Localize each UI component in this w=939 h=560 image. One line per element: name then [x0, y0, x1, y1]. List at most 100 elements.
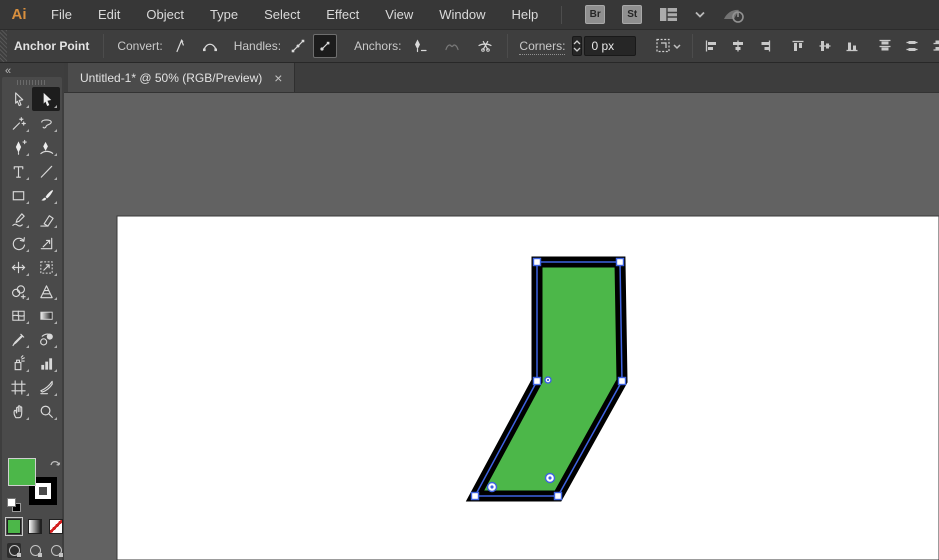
pen-tool[interactable]: [4, 135, 32, 159]
menu-item-view[interactable]: View: [372, 0, 426, 29]
illustrator-logo: Ai: [11, 6, 27, 23]
arrange-documents-icon[interactable]: [659, 7, 678, 22]
hide-handles-button[interactable]: [313, 34, 338, 58]
anchor-point[interactable]: [615, 257, 625, 267]
magic-wand-tool[interactable]: [4, 111, 32, 135]
tools-grip[interactable]: [17, 80, 47, 85]
stock-button[interactable]: St: [622, 5, 643, 24]
menu-item-edit[interactable]: Edit: [85, 0, 133, 29]
menu-item-effect[interactable]: Effect: [313, 0, 372, 29]
convert-to-corner-button[interactable]: [169, 34, 193, 58]
anchor-point[interactable]: [532, 257, 542, 267]
document-tab-title: Untitled-1* @ 50% (RGB/Preview): [80, 70, 263, 85]
shape-builder-tool[interactable]: [4, 279, 32, 303]
cut-path-at-anchors-button[interactable]: [473, 34, 497, 58]
menu-item-file[interactable]: File: [38, 0, 85, 29]
tools-strip: [2, 77, 63, 560]
draw-inside-button[interactable]: [49, 543, 63, 558]
collapse-panel-button[interactable]: «: [5, 65, 11, 77]
shaper-tool[interactable]: [4, 207, 32, 231]
connect-selected-endpoints-button[interactable]: [440, 34, 464, 58]
vertical-distribute-center-button[interactable]: [904, 38, 920, 54]
slice-tool[interactable]: [32, 375, 60, 399]
rectangle-tool[interactable]: [4, 183, 32, 207]
separator: [103, 34, 105, 58]
menu-item-window[interactable]: Window: [426, 0, 498, 29]
draw-behind-button[interactable]: [28, 543, 42, 558]
type-tool[interactable]: [4, 159, 32, 183]
document-tab[interactable]: Untitled-1* @ 50% (RGB/Preview) ×: [68, 63, 296, 92]
hand-tool[interactable]: [4, 399, 32, 423]
scale-tool[interactable]: [32, 231, 60, 255]
anchor-point[interactable]: [470, 491, 480, 501]
width-tool[interactable]: [4, 255, 32, 279]
live-corner-widget-dot: [490, 485, 494, 489]
appearance-buttons: [5, 517, 63, 536]
artboard-tool[interactable]: [4, 375, 32, 399]
bridge-button[interactable]: Br: [585, 5, 606, 24]
menu-bar: Ai File Edit Object Type Select Effect View Win…: [0, 0, 939, 30]
curvature-tool[interactable]: [32, 135, 60, 159]
corners-label[interactable]: Corners:: [519, 39, 566, 55]
illustrator-window: Ai File Edit Object Type Select Effect View Win…: [0, 0, 939, 560]
symbol-sprayer-tool[interactable]: [4, 351, 32, 375]
gpu-performance-icon[interactable]: [722, 6, 746, 24]
paintbrush-tool[interactable]: [32, 183, 60, 207]
horizontal-align-right-button[interactable]: [757, 38, 773, 54]
selection-tool[interactable]: [4, 87, 32, 111]
corners-value-input[interactable]: [584, 36, 637, 56]
vertical-align-center-button[interactable]: [817, 38, 833, 54]
handles-label: Handles:: [233, 39, 282, 53]
none-button[interactable]: [49, 519, 63, 534]
vertical-align-bottom-button[interactable]: [844, 38, 860, 54]
menu-item-type[interactable]: Type: [197, 0, 251, 29]
select-similar-objects-button[interactable]: [652, 34, 684, 58]
show-handles-button[interactable]: [286, 34, 310, 58]
gradient-tool[interactable]: [32, 303, 60, 327]
default-fill-stroke-icon[interactable]: [7, 498, 21, 512]
menu-item-object[interactable]: Object: [133, 0, 197, 29]
chevron-down-icon[interactable]: [695, 11, 705, 18]
column-graph-tool[interactable]: [32, 351, 60, 375]
draw-normal-button[interactable]: [7, 543, 21, 558]
menu-item-help[interactable]: Help: [498, 0, 551, 29]
perspective-grid-tool[interactable]: [32, 279, 60, 303]
lasso-tool[interactable]: [32, 111, 60, 135]
zoom-tool[interactable]: [32, 399, 60, 423]
horizontal-align-left-button[interactable]: [703, 38, 719, 54]
swap-fill-stroke-icon[interactable]: [49, 456, 61, 474]
mesh-tool[interactable]: [4, 303, 32, 327]
rotate-tool[interactable]: [4, 231, 32, 255]
free-transform-tool[interactable]: [32, 255, 60, 279]
vertical-align-top-button[interactable]: [790, 38, 806, 54]
fill-color-button[interactable]: [5, 517, 23, 536]
separator: [692, 34, 694, 58]
anchor-buttons: [407, 34, 497, 58]
gradient-button[interactable]: [28, 519, 42, 534]
menu-item-select[interactable]: Select: [251, 0, 313, 29]
vertical-distribute-bottom-button[interactable]: [931, 38, 939, 54]
menu-separator: [561, 5, 563, 24]
control-bar: Anchor Point Convert: Handles: Anchors: …: [0, 30, 939, 63]
convert-to-smooth-button[interactable]: [198, 34, 222, 58]
eyedropper-tool[interactable]: [4, 327, 32, 351]
fill-stroke-swatches: [7, 456, 61, 514]
eraser-tool[interactable]: [32, 207, 60, 231]
panel-grip[interactable]: [0, 30, 7, 62]
live-corner-widget-dot: [546, 378, 550, 382]
line-segment-tool[interactable]: [32, 159, 60, 183]
fill-color-swatch[interactable]: [8, 458, 36, 486]
blend-tool[interactable]: [32, 327, 60, 351]
tools-panel: «: [0, 63, 64, 560]
vertical-distribute-top-button[interactable]: [877, 38, 893, 54]
corners-stepper[interactable]: [572, 36, 583, 56]
anchor-point[interactable]: [553, 491, 563, 501]
remove-selected-anchors-button[interactable]: [407, 34, 431, 58]
horizontal-align-center-button[interactable]: [730, 38, 746, 54]
close-tab-icon[interactable]: ×: [274, 71, 282, 85]
direct-selection-tool[interactable]: [32, 87, 60, 111]
anchor-point[interactable]: [532, 376, 542, 386]
anchor-point[interactable]: [617, 376, 627, 386]
canvas[interactable]: [64, 93, 939, 560]
convert-label: Convert:: [117, 39, 163, 53]
